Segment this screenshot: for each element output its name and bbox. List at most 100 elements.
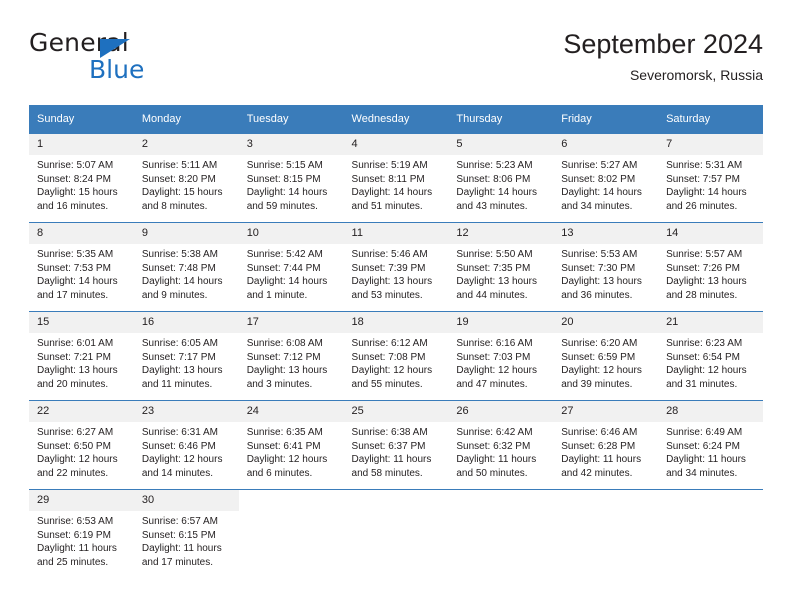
daylight-text-line2: and 22 minutes.: [37, 467, 109, 479]
calendar-cell[interactable]: 4 Sunrise: 5:19 AM Sunset: 8:11 PM Daylight…: [343, 133, 449, 223]
calendar-cell[interactable]: 3 Sunrise: 5:15 AM Sunset: 8:15 PM Daylight…: [238, 133, 344, 223]
calendar-cell[interactable]: 7 Sunrise: 5:31 AM Sunset: 7:57 PM Daylight…: [658, 133, 763, 223]
daylight-text-line2: and 26 minutes.: [666, 200, 738, 212]
day-details: Sunrise: 5:50 AM Sunset: 7:35 PM Daylight:…: [448, 244, 553, 302]
calendar-cell[interactable]: 1 Sunrise: 5:07 AM Sunset: 8:24 PM Daylight…: [29, 133, 134, 223]
calendar-cell[interactable]: 2 Sunrise: 5:11 AM Sunset: 8:20 PM Daylight…: [133, 133, 239, 223]
daylight-text-line2: and 36 minutes.: [561, 289, 633, 301]
calendar-cell[interactable]: 27 Sunrise: 6:46 AM Sunset: 6:28 PM Dayligh…: [553, 400, 659, 490]
calendar-cell[interactable]: 15 Sunrise: 6:01 AM Sunset: 7:21 PM Dayligh…: [29, 311, 134, 401]
daylight-text-line1: Daylight: 11 hours: [141, 543, 222, 554]
calendar-cell[interactable]: 25 Sunrise: 6:38 AM Sunset: 6:37 PM Dayligh…: [343, 400, 449, 490]
daylight-text-line1: Daylight: 14 hours: [141, 276, 223, 287]
calendar-cell[interactable]: 16 Sunrise: 6:05 AM Sunset: 7:17 PM Dayligh…: [133, 311, 239, 401]
calendar-cell[interactable]: 5 Sunrise: 5:23 AM Sunset: 8:06 PM Daylight…: [448, 133, 554, 223]
calendar-cell[interactable]: 14 Sunrise: 5:57 AM Sunset: 7:26 PM Dayligh…: [658, 222, 763, 312]
title-block: September 2024 Severomorsk, Russia: [563, 28, 763, 85]
brand-logo[interactable]: General Blue: [29, 28, 229, 86]
day-details: Sunrise: 6:46 AM Sunset: 6:28 PM Daylight:…: [553, 422, 658, 480]
calendar-cell[interactable]: 19 Sunrise: 6:16 AM Sunset: 7:03 PM Dayligh…: [448, 311, 554, 401]
day-details: Sunrise: 6:08 AM Sunset: 7:12 PM Daylight:…: [239, 333, 344, 391]
day-details: Sunrise: 5:07 AM Sunset: 8:24 PM Daylight:…: [29, 155, 134, 213]
calendar-cell[interactable]: 21 Sunrise: 6:23 AM Sunset: 6:54 PM Dayligh…: [658, 311, 763, 401]
sunrise-text: Sunrise: 6:01 AM: [37, 338, 114, 349]
weekday-header-saturday: Saturday: [658, 105, 763, 134]
sunrise-text: Sunrise: 6:38 AM: [351, 427, 428, 438]
daylight-text-line2: and 53 minutes.: [351, 289, 423, 301]
sunrise-text: Sunrise: 6:35 AM: [246, 427, 323, 438]
sunset-text: Sunset: 8:06 PM: [456, 173, 531, 185]
daylight-text-line2: and 9 minutes.: [141, 289, 208, 301]
daylight-text-line2: and 1 minute.: [246, 289, 308, 301]
calendar-cell[interactable]: 11 Sunrise: 5:46 AM Sunset: 7:39 PM Dayligh…: [343, 222, 449, 312]
daylight-text-line2: and 43 minutes.: [456, 200, 528, 212]
day-number: 10: [238, 223, 344, 244]
daylight-text-line1: Daylight: 12 hours: [37, 454, 118, 465]
calendar-cell[interactable]: 26 Sunrise: 6:42 AM Sunset: 6:32 PM Dayligh…: [448, 400, 554, 490]
day-number: 14: [658, 223, 763, 244]
calendar-cell[interactable]: 13 Sunrise: 5:53 AM Sunset: 7:30 PM Dayligh…: [553, 222, 659, 312]
calendar-cell[interactable]: 28 Sunrise: 6:49 AM Sunset: 6:24 PM Dayligh…: [658, 400, 763, 490]
day-details: Sunrise: 6:23 AM Sunset: 6:54 PM Daylight:…: [658, 333, 763, 391]
sunset-text: Sunset: 7:17 PM: [141, 351, 216, 363]
daylight-text-line2: and 34 minutes.: [561, 200, 633, 212]
day-number: 18: [343, 312, 449, 333]
sunrise-text: Sunrise: 5:11 AM: [141, 160, 218, 171]
daylight-text-line1: Daylight: 14 hours: [351, 187, 433, 198]
sunrise-text: Sunrise: 5:19 AM: [351, 160, 428, 171]
calendar-cell[interactable]: 6 Sunrise: 5:27 AM Sunset: 8:02 PM Daylight…: [553, 133, 659, 223]
brand-name-blue: Blue: [89, 55, 145, 84]
sunrise-text: Sunrise: 6:46 AM: [561, 427, 638, 438]
day-details: Sunrise: 6:49 AM Sunset: 6:24 PM Daylight:…: [658, 422, 763, 480]
calendar-cell[interactable]: 10 Sunrise: 5:42 AM Sunset: 7:44 PM Dayligh…: [238, 222, 344, 312]
weekday-header-friday: Friday: [553, 105, 659, 134]
day-number: 23: [133, 401, 239, 422]
day-number: 27: [553, 401, 659, 422]
calendar-cell[interactable]: 8 Sunrise: 5:35 AM Sunset: 7:53 PM Daylight…: [29, 222, 134, 312]
weekday-header-row: Sunday Monday Tuesday Wednesday Thursday…: [29, 105, 763, 134]
calendar-cell[interactable]: 9 Sunrise: 5:38 AM Sunset: 7:48 PM Daylight…: [133, 222, 239, 312]
calendar-cell[interactable]: 24 Sunrise: 6:35 AM Sunset: 6:41 PM Dayligh…: [238, 400, 344, 490]
sunset-text: Sunset: 6:41 PM: [246, 440, 321, 452]
daylight-text-line2: and 20 minutes.: [37, 378, 109, 390]
calendar-cell[interactable]: 23 Sunrise: 6:31 AM Sunset: 6:46 PM Dayligh…: [133, 400, 239, 490]
page-subtitle: Severomorsk, Russia: [629, 67, 763, 83]
day-details: Sunrise: 6:42 AM Sunset: 6:32 PM Daylight:…: [448, 422, 553, 480]
sunrise-text: Sunrise: 6:53 AM: [37, 516, 114, 527]
daylight-text-line1: Daylight: 13 hours: [561, 276, 642, 287]
sunset-text: Sunset: 6:15 PM: [141, 529, 216, 541]
day-details: Sunrise: 6:12 AM Sunset: 7:08 PM Daylight:…: [344, 333, 449, 391]
calendar-cell[interactable]: 22 Sunrise: 6:27 AM Sunset: 6:50 PM Dayligh…: [29, 400, 134, 490]
sunrise-text: Sunrise: 5:31 AM: [666, 160, 743, 171]
sunset-text: Sunset: 6:54 PM: [666, 351, 740, 363]
sunrise-text: Sunrise: 6:08 AM: [246, 338, 323, 349]
calendar-table: Sunday Monday Tuesday Wednesday Thursday…: [29, 105, 763, 578]
day-details: Sunrise: 5:11 AM Sunset: 8:20 PM Daylight:…: [134, 155, 239, 213]
day-number: 8: [29, 223, 134, 244]
calendar-cell[interactable]: 29 Sunrise: 6:53 AM Sunset: 6:19 PM Dayligh…: [29, 489, 134, 578]
day-details: Sunrise: 5:31 AM Sunset: 7:57 PM Daylight:…: [658, 155, 763, 213]
daylight-text-line1: Daylight: 15 hours: [37, 187, 118, 198]
day-number: 17: [238, 312, 344, 333]
sunset-text: Sunset: 8:20 PM: [141, 173, 216, 185]
calendar-cell[interactable]: 17 Sunrise: 6:08 AM Sunset: 7:12 PM Dayligh…: [238, 311, 344, 401]
calendar-cell[interactable]: 30 Sunrise: 6:57 AM Sunset: 6:15 PM Dayligh…: [133, 489, 239, 578]
calendar-cell[interactable]: 18 Sunrise: 6:12 AM Sunset: 7:08 PM Dayligh…: [343, 311, 449, 401]
daylight-text-line1: Daylight: 13 hours: [246, 365, 328, 376]
sunset-text: Sunset: 7:08 PM: [351, 351, 426, 363]
daylight-text-line2: and 28 minutes.: [666, 289, 738, 301]
daylight-text-line1: Daylight: 14 hours: [246, 187, 328, 198]
calendar-cell[interactable]: 20 Sunrise: 6:20 AM Sunset: 6:59 PM Dayligh…: [553, 311, 659, 401]
day-number: 15: [29, 312, 134, 333]
daylight-text-line2: and 6 minutes.: [246, 467, 313, 479]
daylight-text-line1: Daylight: 11 hours: [351, 454, 432, 465]
sunrise-text: Sunrise: 5:57 AM: [666, 249, 743, 260]
day-number: [448, 490, 553, 511]
day-details: Sunrise: 6:38 AM Sunset: 6:37 PM Daylight:…: [344, 422, 449, 480]
calendar-cell-empty: [448, 489, 554, 578]
calendar-cell[interactable]: 12 Sunrise: 5:50 AM Sunset: 7:35 PM Dayligh…: [448, 222, 554, 312]
daylight-text-line2: and 59 minutes.: [246, 200, 318, 212]
daylight-text-line1: Daylight: 11 hours: [37, 543, 117, 554]
day-details: Sunrise: 5:23 AM Sunset: 8:06 PM Daylight:…: [448, 155, 553, 213]
daylight-text-line2: and 39 minutes.: [561, 378, 633, 390]
